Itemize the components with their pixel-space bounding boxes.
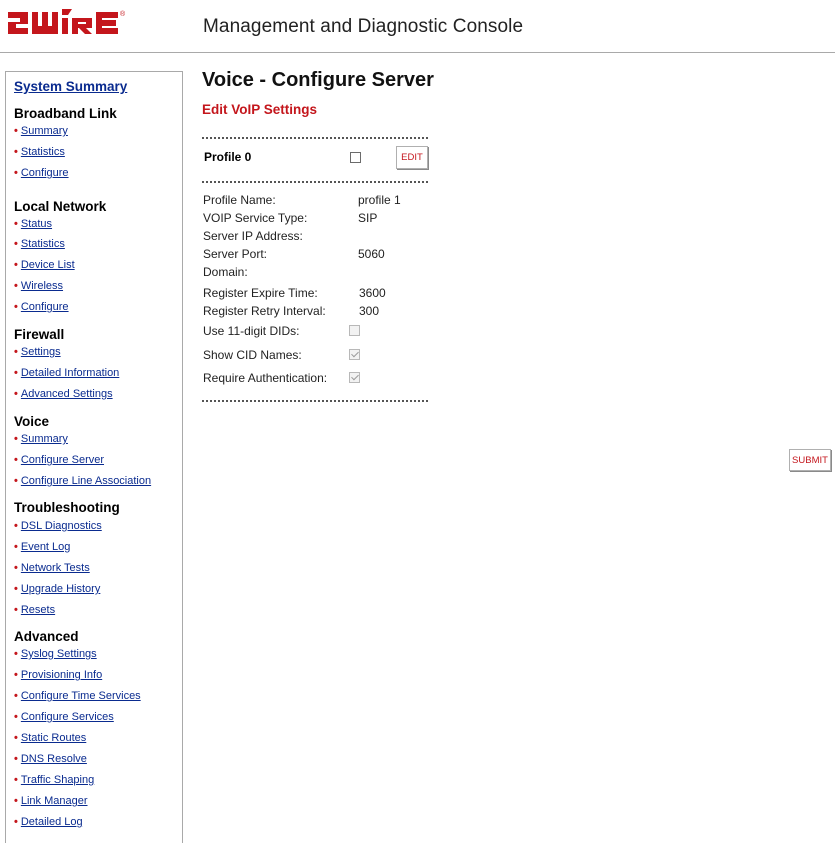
section-broadband-link: Broadband Link (14, 106, 117, 121)
require-authentication-checkbox[interactable] (349, 372, 360, 383)
require-authentication-label: Require Authentication: (203, 371, 328, 385)
link-local-device-list[interactable]: • Device List (14, 259, 75, 271)
link-static-routes[interactable]: • Static Routes (14, 732, 86, 744)
link-event-log[interactable]: • Event Log (14, 541, 70, 553)
link-detailed-log[interactable]: • Detailed Log (14, 816, 83, 828)
link-dsl-diagnostics[interactable]: • DSL Diagnostics (14, 520, 102, 532)
link-link-manager[interactable]: • Link Manager (14, 795, 88, 807)
link-firewall-detailed-information[interactable]: • Detailed Information (14, 367, 119, 379)
use-11-digit-dids-label: Use 11-digit DIDs: (203, 324, 300, 338)
link-voice-configure-server[interactable]: • Configure Server (14, 454, 104, 466)
voip-service-type-label: VOIP Service Type: (203, 211, 308, 225)
link-local-statistics[interactable]: • Statistics (14, 238, 65, 250)
link-configure-time-services[interactable]: • Configure Time Services (14, 690, 141, 702)
dotted-divider (202, 400, 428, 402)
sidebar-system-summary-link[interactable]: System Summary (14, 79, 127, 94)
register-retry-interval-value: 300 (359, 304, 380, 318)
link-dns-resolve[interactable]: • DNS Resolve (14, 753, 87, 765)
link-voice-summary[interactable]: • Summary (14, 433, 68, 445)
server-port-label: Server Port: (203, 247, 268, 261)
link-resets[interactable]: • Resets (14, 604, 55, 616)
link-configure-services[interactable]: • Configure Services (14, 711, 114, 723)
dotted-divider (202, 137, 428, 139)
section-voice: Voice (14, 414, 50, 429)
2wire-logo: ® (8, 9, 126, 34)
submit-button[interactable]: SUBMIT (789, 449, 831, 471)
profile-checkbox[interactable] (350, 152, 361, 163)
server-ip-address-label: Server IP Address: (203, 229, 303, 243)
edit-voip-settings-subtitle: Edit VoIP Settings (202, 102, 318, 117)
show-cid-names-checkbox[interactable] (349, 349, 360, 360)
link-upgrade-history[interactable]: • Upgrade History (14, 583, 100, 595)
use-11-digit-dids-checkbox[interactable] (349, 325, 360, 336)
header-bar: ® Management and Diagnostic Console (0, 0, 835, 53)
link-syslog-settings[interactable]: • Syslog Settings (14, 648, 97, 660)
profile-name-value: profile 1 (358, 193, 401, 207)
section-local-network: Local Network (14, 199, 107, 214)
profile-name-label: Profile Name: (203, 193, 276, 207)
show-cid-names-label: Show CID Names: (203, 348, 302, 362)
link-local-configure[interactable]: • Configure (14, 301, 69, 313)
link-firewall-advanced-settings[interactable]: • Advanced Settings (14, 388, 113, 400)
domain-label: Domain: (203, 265, 248, 279)
link-local-wireless[interactable]: • Wireless (14, 280, 63, 292)
server-port-value: 5060 (358, 247, 385, 261)
console-title: Management and Diagnostic Console (203, 16, 524, 37)
link-broadband-summary[interactable]: • Summary (14, 125, 68, 137)
link-traffic-shaping[interactable]: • Traffic Shaping (14, 774, 94, 786)
link-broadband-configure[interactable]: • Configure (14, 167, 69, 179)
link-broadband-statistics[interactable]: • Statistics (14, 146, 65, 158)
link-local-status[interactable]: • Status (14, 218, 52, 230)
register-retry-interval-label: Register Retry Interval: (203, 304, 326, 318)
link-firewall-settings[interactable]: • Settings (14, 346, 61, 358)
link-provisioning-info[interactable]: • Provisioning Info (14, 669, 102, 681)
link-voice-configure-line-association[interactable]: • Configure Line Association (14, 475, 151, 487)
voip-service-type-value: SIP (358, 211, 378, 225)
section-troubleshooting: Troubleshooting (14, 500, 120, 515)
section-firewall: Firewall (14, 327, 65, 342)
register-expire-time-label: Register Expire Time: (203, 286, 318, 300)
svg-text:®: ® (120, 10, 126, 18)
profile-label: Profile 0 (204, 150, 252, 164)
dotted-divider (202, 181, 428, 183)
page-title: Voice - Configure Server (202, 69, 434, 91)
edit-button[interactable]: EDIT (396, 146, 428, 169)
section-advanced: Advanced (14, 629, 79, 644)
register-expire-time-value: 3600 (359, 286, 386, 300)
link-network-tests[interactable]: • Network Tests (14, 562, 90, 574)
